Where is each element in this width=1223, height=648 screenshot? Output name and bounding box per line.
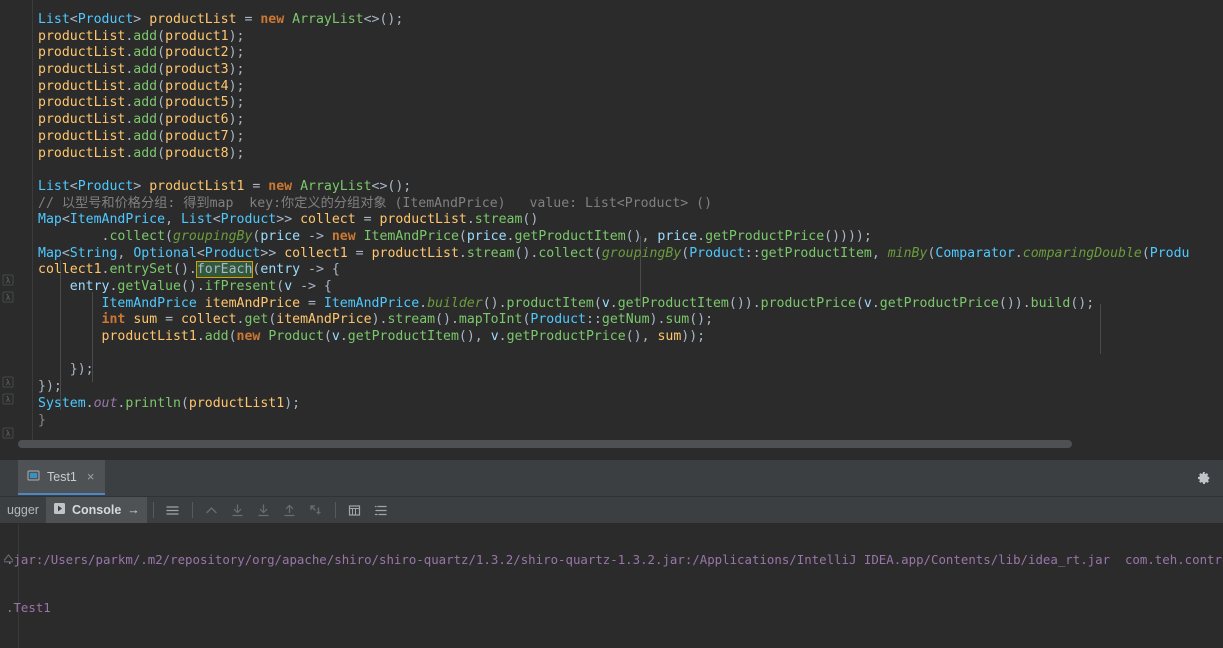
tab-test1[interactable]: Test1 ×	[18, 460, 106, 495]
code-line[interactable]: });	[38, 362, 1223, 379]
tab-console[interactable]: Console →	[45, 497, 147, 523]
console-toolbar: ugger Console →	[0, 497, 1223, 524]
scroll-to-end-icon[interactable]	[254, 500, 274, 520]
lambda-gutter-icon[interactable]: λ	[2, 376, 14, 388]
scroll-to-top-icon[interactable]	[280, 500, 300, 520]
code-line[interactable]	[38, 162, 1223, 179]
lines-icon[interactable]	[163, 500, 183, 520]
code-line[interactable]: productList.add(product4);	[38, 79, 1223, 96]
run-configuration-icon	[27, 469, 40, 485]
lambda-gutter-icon[interactable]: λ	[2, 427, 14, 439]
editor-gutter[interactable]: λ λ λ λ λ	[0, 0, 18, 460]
svg-text:λ: λ	[6, 277, 11, 286]
close-icon[interactable]: ×	[87, 470, 95, 483]
print-icon[interactable]	[345, 500, 365, 520]
code-line[interactable]: }	[38, 413, 1223, 430]
ide-window: λ λ λ λ λ List<Product> productList = ne…	[0, 0, 1223, 648]
code-line[interactable]: productList.add(product3);	[38, 62, 1223, 79]
code-line[interactable]: List<Product> productList1 = new ArrayLi…	[38, 179, 1223, 196]
console-text[interactable]: .jar:/Users/parkm/.m2/repository/org/apa…	[6, 524, 1223, 648]
lambda-gutter-icon[interactable]: λ	[2, 393, 14, 405]
toolbar-separator	[191, 502, 193, 518]
code-line[interactable]: productList.add(product8);	[38, 146, 1223, 163]
toolbar-separator	[152, 502, 154, 518]
gear-icon[interactable]	[1193, 467, 1215, 489]
run-tool-window: Test1 × ugger Console → .jar:/Users/park…	[0, 460, 1223, 648]
code-line[interactable]: .collect(groupingBy(price -> new ItemAnd…	[38, 229, 1223, 246]
console-line: .Test1	[6, 600, 51, 615]
code-line[interactable]: productList1.add(new Product(v.getProduc…	[38, 329, 1223, 346]
console-output[interactable]: .jar:/Users/parkm/.m2/repository/org/apa…	[0, 524, 1223, 648]
close-stream-icon[interactable]	[306, 500, 326, 520]
code-line[interactable]: productList.add(product6);	[38, 112, 1223, 129]
settings-list-icon[interactable]	[371, 500, 391, 520]
svg-text:λ: λ	[6, 379, 11, 388]
code-line[interactable]: List<Product> productList = new ArrayLis…	[38, 12, 1223, 29]
code-line[interactable]: Map<String, Optional<Product>> collect1 …	[38, 246, 1223, 263]
lambda-gutter-icon[interactable]: λ	[2, 291, 14, 303]
tab-label: Test1	[47, 469, 77, 484]
code-line[interactable]: System.out.println(productList1);	[38, 396, 1223, 413]
highlighted-token[interactable]: forEach	[195, 261, 254, 279]
play-icon	[53, 502, 66, 518]
svg-text:λ: λ	[6, 294, 11, 303]
code-comment-line[interactable]: // 以型号和价格分组: 得到map key:你定义的分组对象 (ItemAnd…	[38, 196, 1223, 213]
code-line[interactable]: });	[38, 379, 1223, 396]
code-line[interactable]: productList.add(product5);	[38, 95, 1223, 112]
lambda-gutter-icon[interactable]: λ	[2, 274, 14, 286]
editor-horizontal-scrollbar[interactable]	[18, 440, 1072, 448]
tool-window-tabbar: Test1 ×	[0, 460, 1223, 497]
code-line[interactable]: entry.getValue().ifPresent(v -> {	[38, 279, 1223, 296]
code-line[interactable]: productList.add(product7);	[38, 129, 1223, 146]
code-line[interactable]: ItemAndPrice itemAndPrice = ItemAndPrice…	[38, 296, 1223, 313]
code-line[interactable]: collect1.entrySet().forEach(entry -> {	[38, 261, 1223, 279]
code-editor[interactable]: λ λ λ λ λ List<Product> productList = ne…	[0, 0, 1223, 460]
console-line: .jar:/Users/parkm/.m2/repository/org/apa…	[6, 552, 1223, 567]
debugger-tab-label[interactable]: ugger	[0, 497, 46, 523]
code-line[interactable]	[38, 346, 1223, 363]
scroll-up-icon[interactable]	[202, 500, 222, 520]
code-line[interactable]: int sum = collect.get(itemAndPrice).stre…	[38, 312, 1223, 329]
code-folding-rail	[32, 0, 33, 440]
code-line[interactable]: Map<ItemAndPrice, List<Product>> collect…	[38, 212, 1223, 229]
jump-arrow-icon: →	[127, 503, 140, 517]
console-tab-label: Console	[71, 503, 122, 517]
soft-wrap-icon[interactable]	[228, 500, 248, 520]
toolbar-separator	[334, 502, 336, 518]
source-code[interactable]: List<Product> productList = new ArrayLis…	[38, 12, 1223, 429]
svg-text:λ: λ	[6, 430, 11, 439]
code-line[interactable]: productList.add(product1);	[38, 29, 1223, 46]
code-line[interactable]: productList.add(product2);	[38, 45, 1223, 62]
svg-text:λ: λ	[6, 396, 11, 405]
